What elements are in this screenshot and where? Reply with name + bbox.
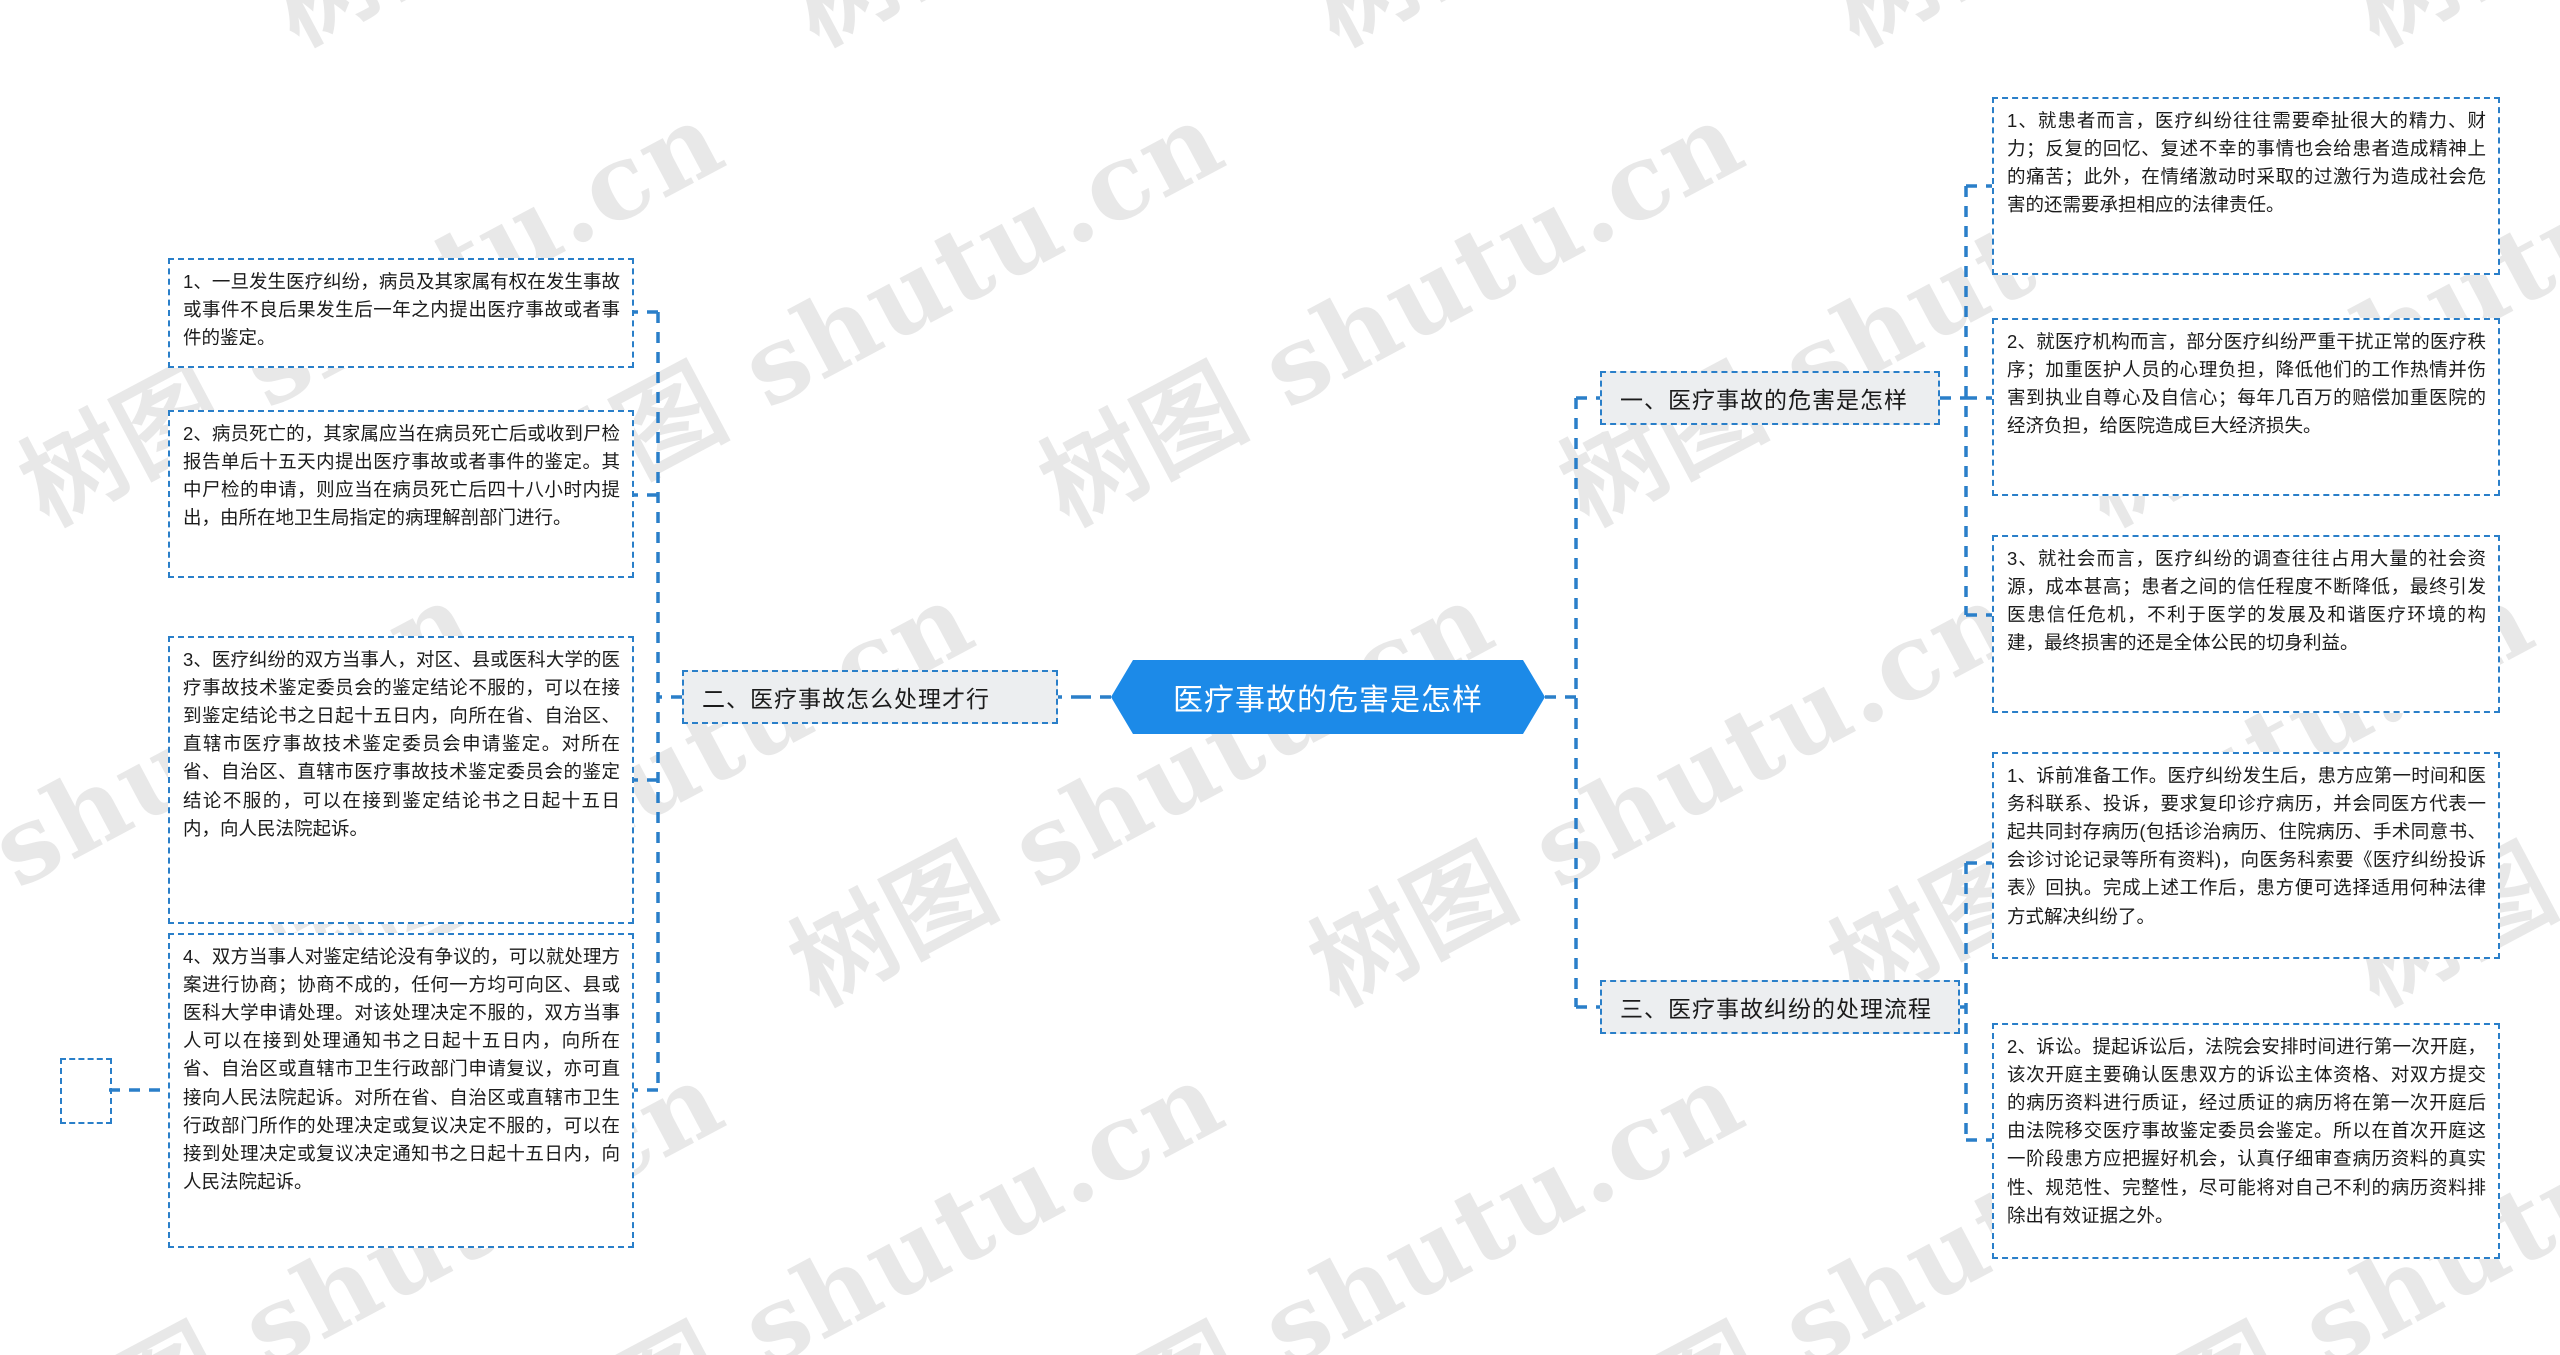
leaf-node-2-2-text: 2、病员死亡的，其家属应当在病员死亡后或收到尸检报告单后十五天内提出医疗事故或者…	[183, 423, 620, 529]
watermark-instance: 树图 shutu.cn	[2320, 0, 2560, 73]
watermark-instance: 树图 shutu.cn	[240, 0, 995, 73]
watermark-instance: 树图 shutu.cn	[1280, 0, 2035, 73]
branch-node-2[interactable]: 二、医疗事故怎么处理才行	[682, 670, 1058, 724]
leaf-node-2-3-text: 3、医疗纠纷的双方当事人，对区、县或医科大学的医疗事故技术鉴定委员会的鉴定结论不…	[183, 649, 620, 839]
leaf-node-3-1[interactable]: 1、诉前准备工作。医疗纠纷发生后，患方应第一时间和医务科联系、投诉，要求复印诊疗…	[1992, 752, 2500, 959]
leaf-node-2-4[interactable]: 4、双方当事人对鉴定结论没有争议的，可以就处理方案进行协商；协商不成的，任何一方…	[168, 933, 634, 1248]
leaf-node-1-1-text: 1、就患者而言，医疗纠纷往往需要牵扯很大的精力、财力；反复的回忆、复述不幸的事情…	[2007, 110, 2486, 216]
leaf-node-1-2-text: 2、就医疗机构而言，部分医疗纠纷严重干扰正常的医疗秩序；加重医护人员的心理负担，…	[2007, 331, 2486, 437]
watermark-instance: 树图 shutu.cn	[1020, 1036, 1763, 1355]
watermark-instance: 树图 shutu.cn	[0, 0, 495, 73]
watermark-instance: 树图 shutu.cn	[1020, 76, 1763, 549]
root-node[interactable]: 医疗事故的危害是怎样	[1111, 660, 1545, 734]
leaf-node-1-3-text: 3、就社会而言，医疗纠纷的调查往往占用大量的社会资源，成本甚高；患者之间的信任程…	[2007, 548, 2486, 654]
leaf-node-2-4-text: 4、双方当事人对鉴定结论没有争议的，可以就处理方案进行协商；协商不成的，任何一方…	[183, 946, 620, 1192]
watermark-instance: 树图 shutu.cn	[760, 0, 1515, 73]
leaf-node-3-2[interactable]: 2、诉讼。提起诉讼后，法院会安排时间进行第一次开庭，该次开庭主要确认医患双方的诉…	[1992, 1023, 2500, 1259]
leaf-node-2-3[interactable]: 3、医疗纠纷的双方当事人，对区、县或医科大学的医疗事故技术鉴定委员会的鉴定结论不…	[168, 636, 634, 924]
collapsed-children-handle[interactable]	[60, 1058, 112, 1124]
leaf-node-2-2[interactable]: 2、病员死亡的，其家属应当在病员死亡后或收到尸检报告单后十五天内提出医疗事故或者…	[168, 410, 634, 578]
watermark-instance: 树图 shutu.cn	[1290, 556, 2033, 1029]
leaf-node-2-1-text: 1、一旦发生医疗纠纷，病员及其家属有权在发生事故或事件不良后果发生后一年之内提出…	[183, 271, 620, 349]
mindmap-canvas: 树图 shutu.cn 树图 shutu.cn 树图 shutu.cn 树图 shut…	[0, 0, 2560, 1355]
branch-node-3-label: 三、医疗事故纠纷的处理流程	[1620, 996, 1932, 1022]
branch-node-2-label: 二、医疗事故怎么处理才行	[702, 686, 990, 712]
branch-node-1-label: 一、医疗事故的危害是怎样	[1620, 387, 1908, 413]
leaf-node-3-1-text: 1、诉前准备工作。医疗纠纷发生后，患方应第一时间和医务科联系、投诉，要求复印诊疗…	[2007, 765, 2486, 927]
leaf-node-1-2[interactable]: 2、就医疗机构而言，部分医疗纠纷严重干扰正常的医疗秩序；加重医护人员的心理负担，…	[1992, 318, 2500, 496]
leaf-node-2-1[interactable]: 1、一旦发生医疗纠纷，病员及其家属有权在发生事故或事件不良后果发生后一年之内提出…	[168, 258, 634, 368]
root-node-label: 医疗事故的危害是怎样	[1173, 684, 1483, 717]
branch-node-3[interactable]: 三、医疗事故纠纷的处理流程	[1600, 980, 1960, 1034]
leaf-node-3-2-text: 2、诉讼。提起诉讼后，法院会安排时间进行第一次开庭，该次开庭主要确认医患双方的诉…	[2007, 1036, 2486, 1226]
leaf-node-1-1[interactable]: 1、就患者而言，医疗纠纷往往需要牵扯很大的精力、财力；反复的回忆、复述不幸的事情…	[1992, 97, 2500, 275]
branch-node-1[interactable]: 一、医疗事故的危害是怎样	[1600, 371, 1940, 425]
watermark-instance: 树图 shutu.cn	[1800, 0, 2555, 73]
watermark-instance: 树图 shutu.cn	[770, 556, 1513, 1029]
leaf-node-1-3[interactable]: 3、就社会而言，医疗纠纷的调查往往占用大量的社会资源，成本甚高；患者之间的信任程…	[1992, 535, 2500, 713]
